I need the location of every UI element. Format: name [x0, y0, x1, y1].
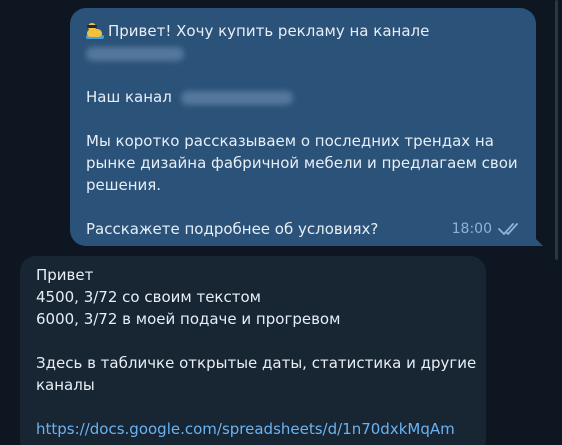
- chat-window: Привет! Хочу купить рекламу на канале На…: [0, 0, 562, 445]
- greeting-line: Привет! Хочу купить рекламу на канале: [86, 20, 520, 42]
- redacted-text: [86, 46, 184, 61]
- spreadsheet-link[interactable]: https://docs.google.com/spreadsheets/d/1…: [36, 420, 455, 438]
- double-check-icon: [498, 223, 518, 235]
- reply-line-3: 6000, 3/72 в моей подаче и прогревом: [36, 310, 341, 328]
- reply-line-1: Привет: [36, 266, 94, 284]
- message-meta: 18:00: [452, 218, 522, 240]
- message-time: 18:00: [451, 221, 492, 237]
- description-line-3: решения.: [86, 176, 162, 194]
- greeting-text: Привет! Хочу купить рекламу на канале: [108, 22, 430, 40]
- blurred-channel-name: [86, 42, 520, 64]
- scrollbar[interactable]: [555, 0, 558, 260]
- reply-line-5: каналы: [36, 376, 95, 394]
- incoming-message[interactable]: Привет 4500, 3/72 со своим текстом 6000,…: [20, 256, 486, 445]
- description-line-2: рынке дизайна фабричной мебели и предлаг…: [86, 154, 518, 172]
- channel-line: Наш канал: [86, 86, 520, 108]
- description-line-1: Мы коротко рассказываем о последних трен…: [86, 132, 494, 150]
- channel-prefix: Наш канал: [86, 88, 172, 106]
- reply-line-4: Здесь в табличке открытые даты, статисти…: [36, 354, 477, 372]
- redacted-channel-link: [180, 90, 293, 105]
- outgoing-message[interactable]: Привет! Хочу купить рекламу на канале На…: [70, 8, 536, 246]
- reply-line-2: 4500, 3/72 со своим текстом: [36, 288, 261, 306]
- duck-emoji-icon: [86, 21, 104, 39]
